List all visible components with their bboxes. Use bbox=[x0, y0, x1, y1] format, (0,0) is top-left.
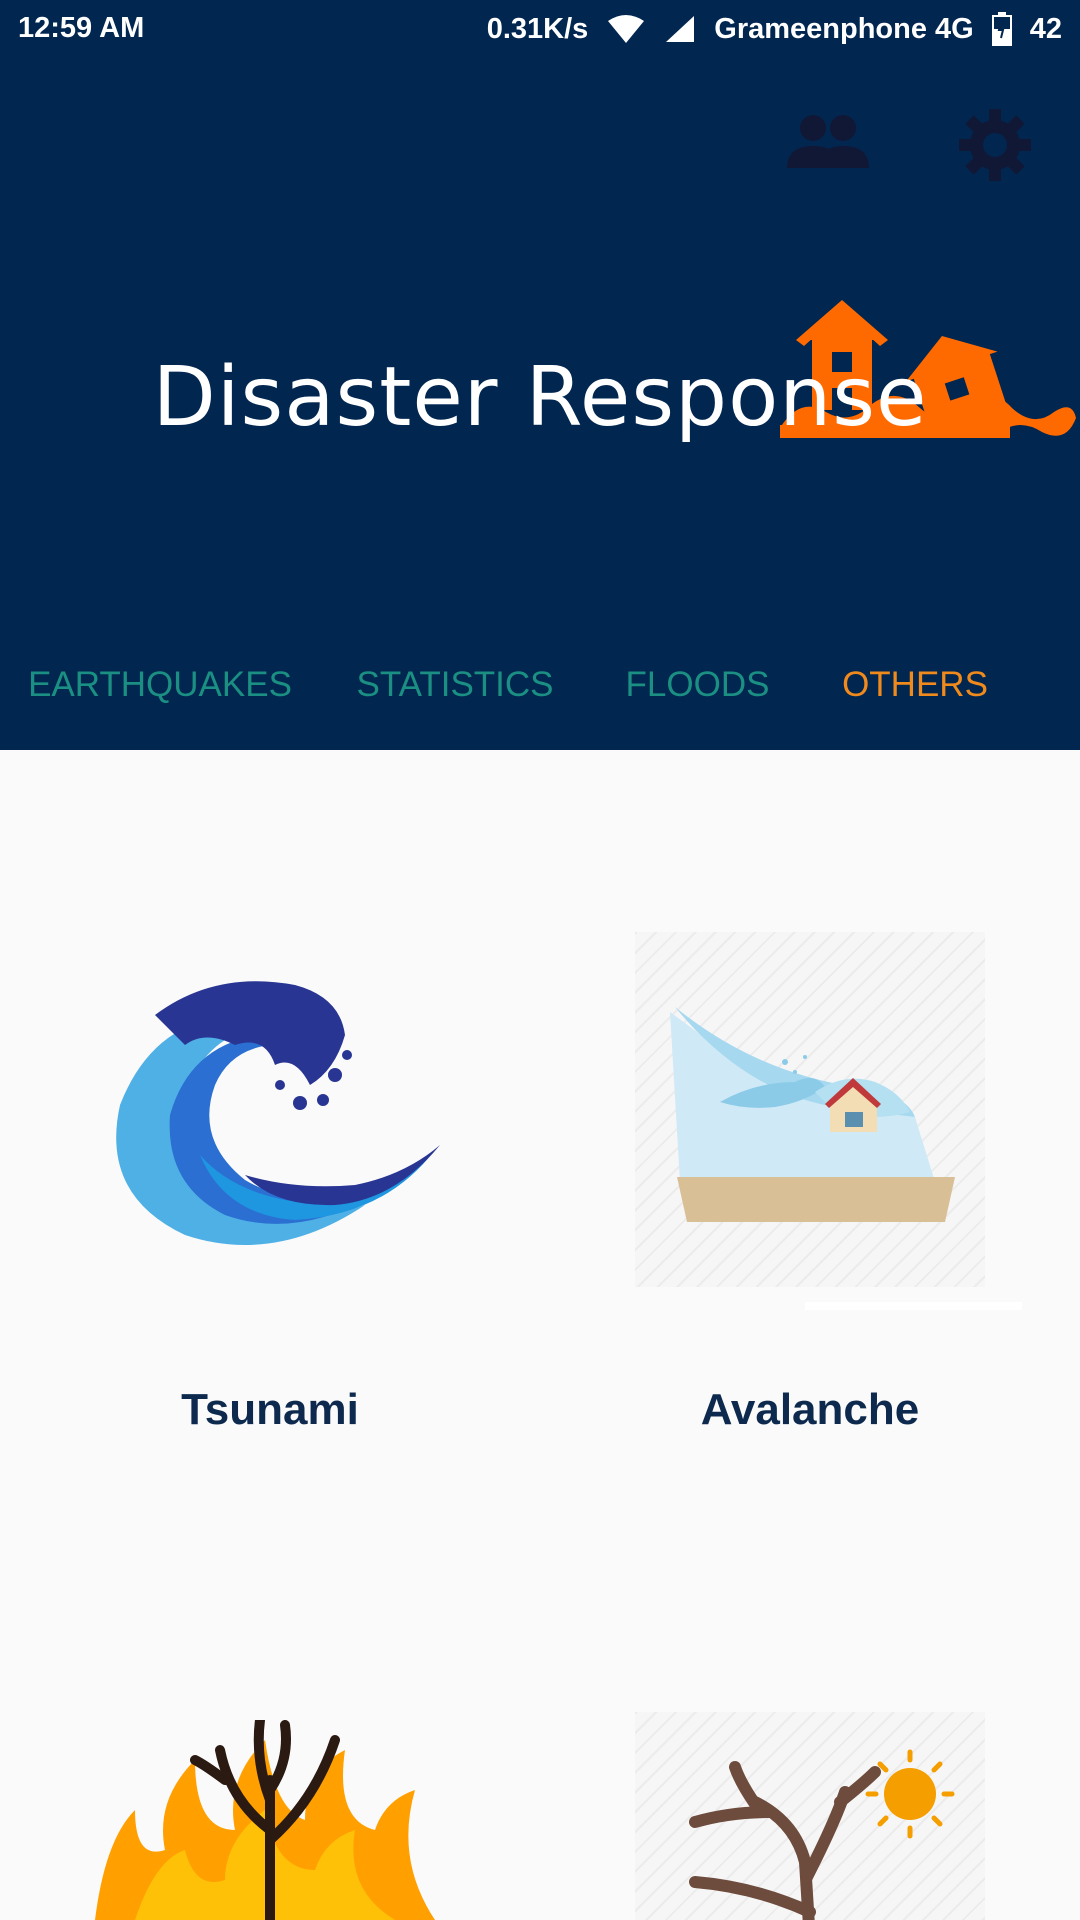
status-bar: 12:59 AM 0.31K/s Grameenphone 4G 42 bbox=[0, 0, 1080, 60]
gear-icon[interactable] bbox=[955, 105, 1035, 190]
card-tsunami[interactable]: Tsunami bbox=[0, 920, 540, 1440]
status-right: 0.31K/s Grameenphone 4G 42 bbox=[487, 12, 1062, 46]
card-wildfire[interactable] bbox=[0, 1700, 540, 1920]
tsunami-wave-icon bbox=[95, 975, 445, 1260]
card-drought[interactable] bbox=[540, 1700, 1080, 1920]
wifi-icon bbox=[606, 13, 646, 45]
drought-icon bbox=[635, 1712, 985, 1920]
card-avalanche[interactable]: Avalanche bbox=[540, 920, 1080, 1440]
network-speed: 0.31K/s bbox=[486, 12, 589, 45]
signal-icon bbox=[664, 14, 696, 44]
card-label-tsunami: Tsunami bbox=[181, 1385, 359, 1434]
avalanche-icon bbox=[635, 932, 985, 1287]
card-label-avalanche: Avalanche bbox=[700, 1385, 920, 1434]
battery-level: 42 bbox=[1029, 12, 1062, 45]
battery-icon bbox=[991, 12, 1012, 46]
tab-floods[interactable]: FLOODS bbox=[600, 620, 795, 750]
tab-earthquakes[interactable]: EARTHQUAKES bbox=[20, 620, 300, 750]
status-time: 12:59 AM bbox=[18, 12, 145, 44]
tab-statistics[interactable]: STATISTICS bbox=[340, 620, 570, 750]
tab-others[interactable]: OTHERS bbox=[805, 620, 1025, 750]
tab-bar: EARTHQUAKES STATISTICS FLOODS OTHERS bbox=[0, 620, 1080, 1310]
app-title: Disaster Response bbox=[152, 350, 928, 445]
carrier-name: Grameenphone 4G bbox=[714, 12, 974, 45]
wildfire-icon bbox=[95, 1715, 445, 1920]
people-icon[interactable] bbox=[785, 112, 871, 177]
